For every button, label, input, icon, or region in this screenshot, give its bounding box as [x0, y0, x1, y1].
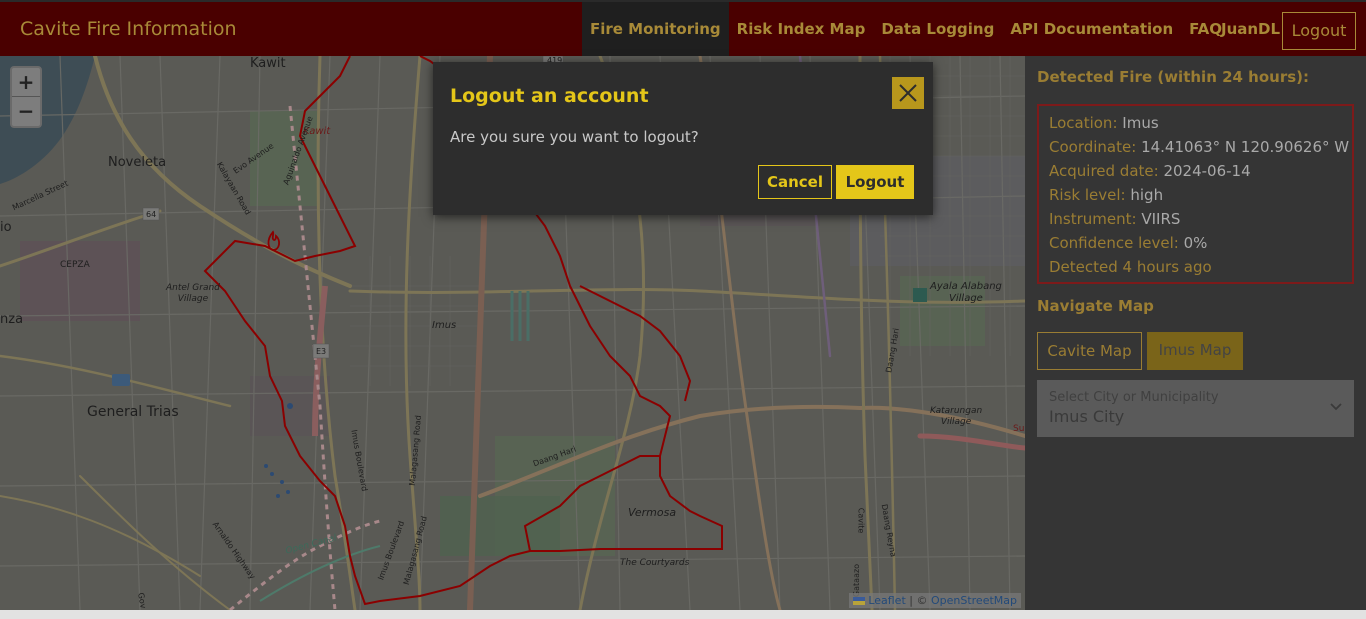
map-label-the-courtyards: The Courtyards [620, 558, 690, 568]
map-label-nza: nza [0, 312, 24, 327]
nav-links: Fire Monitoring Risk Index Map Data Logg… [582, 2, 1230, 56]
logout-nav-button[interactable]: Logout [1282, 12, 1356, 50]
modal-close-button[interactable] [892, 77, 924, 109]
fire-instrument-row: Instrument: VIIRS [1049, 210, 1181, 228]
cavite-map-button[interactable]: Cavite Map [1037, 332, 1142, 370]
city-select-value: Imus City [1049, 407, 1125, 426]
fire-coordinate-value: 14.41063° N 120.90626° W [1141, 138, 1350, 156]
detected-fire-heading: Detected Fire (within 24 hours): [1037, 68, 1310, 86]
map-label-io: io [0, 220, 12, 235]
fire-confidence-row: Confidence level: 0% [1049, 234, 1208, 252]
imus-map-button[interactable]: Imus Map [1147, 332, 1243, 370]
map-label-vermosa: Vermosa [628, 506, 677, 519]
modal-title: Logout an account [450, 85, 649, 107]
map-attribution: Leaflet | © OpenStreetMap [849, 593, 1021, 608]
username-link[interactable]: JuanDL [1221, 2, 1280, 56]
ukraine-flag-icon [853, 597, 866, 605]
city-select[interactable]: Select City or Municipality Imus City [1037, 380, 1354, 437]
info-sidebar: Detected Fire (within 24 hours): Locatio… [1025, 56, 1366, 610]
map-label-imus: Imus [432, 320, 457, 331]
zoom-in-button[interactable]: + [12, 68, 40, 97]
chevron-down-icon [1330, 403, 1342, 411]
bottom-strip [0, 610, 1366, 619]
modal-message: Are you sure you want to logout? [450, 128, 699, 146]
attribution-separator: | © [905, 594, 931, 607]
fire-confidence-value: 0% [1183, 234, 1208, 252]
map-label-katarungan: Katarungan Village [930, 406, 983, 427]
map-label-ayala-alabang: Ayala Alabang Village [930, 281, 1002, 304]
route-64-label: 64 [146, 210, 157, 219]
map-label-kawit: Kawit [250, 56, 286, 71]
fire-coordinate-row: Coordinate: 14.41063° N 120.90626° W [1049, 138, 1350, 156]
map-label-antel-grand: Antel Grand Village [166, 283, 220, 304]
osm-link[interactable]: OpenStreetMap [931, 594, 1017, 607]
fire-acquired-row: Acquired date: 2024-06-14 [1049, 162, 1251, 180]
fire-location-row: Location: Imus [1049, 114, 1159, 132]
nav-fire-monitoring[interactable]: Fire Monitoring [582, 2, 729, 56]
top-navbar: Cavite Fire Information Fire Monitoring … [0, 0, 1366, 56]
map-label-cepza: CEPZA [60, 260, 90, 270]
road-label-cavite: Cavite [856, 507, 866, 534]
nav-api-documentation[interactable]: API Documentation [1002, 2, 1181, 56]
cancel-button[interactable]: Cancel [758, 165, 832, 199]
fire-risk-value: high [1130, 186, 1164, 204]
confirm-logout-button[interactable]: Logout [836, 165, 914, 199]
map-label-su: Su [1013, 424, 1025, 434]
leaflet-link[interactable]: Leaflet [868, 594, 905, 607]
fire-acquired-value: 2024-06-14 [1163, 162, 1251, 180]
brand-title[interactable]: Cavite Fire Information [20, 18, 237, 40]
fire-location-value: Imus [1122, 114, 1159, 132]
logout-modal: Logout an account Are you sure you want … [433, 62, 933, 215]
fire-details-card: Location: Imus Coordinate: 14.41063° N 1… [1037, 104, 1354, 284]
nav-data-logging[interactable]: Data Logging [873, 2, 1002, 56]
fire-detected-ago: Detected 4 hours ago [1049, 258, 1212, 276]
city-select-label: Select City or Municipality [1049, 390, 1219, 405]
navigate-map-heading: Navigate Map [1037, 297, 1154, 315]
zoom-out-button[interactable]: − [12, 97, 40, 126]
map-label-general-trias: General Trias [87, 404, 179, 420]
zoom-control: + − [10, 66, 42, 128]
fire-risk-row: Risk level: high [1049, 186, 1164, 204]
nav-risk-index-map[interactable]: Risk Index Map [729, 2, 874, 56]
close-icon [899, 84, 917, 102]
fire-instrument-value: VIIRS [1141, 210, 1181, 228]
route-e3-label: E3 [316, 347, 327, 356]
map-label-noveleta: Noveleta [108, 155, 167, 170]
